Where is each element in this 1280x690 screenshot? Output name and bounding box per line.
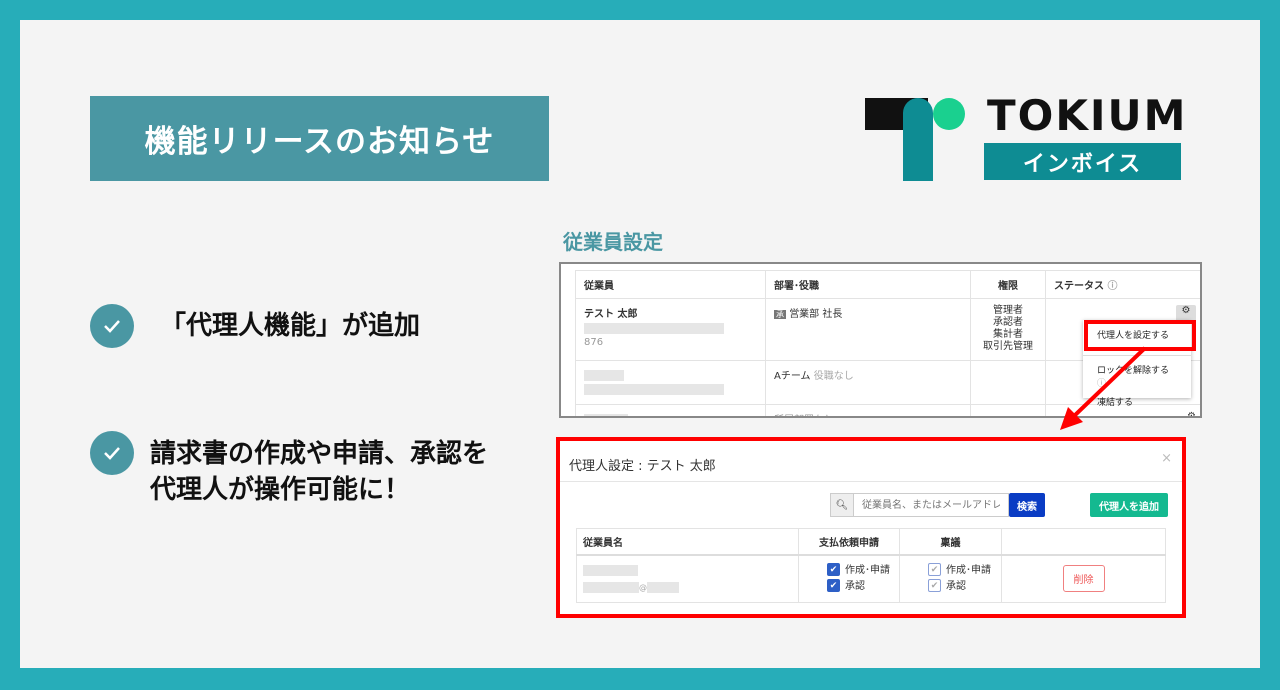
- search-group: 🔍︎ 検索: [830, 493, 1045, 517]
- employee-name: テスト 太郎: [584, 309, 638, 320]
- role: 集計者: [993, 329, 1023, 340]
- col-role: 権限: [970, 270, 1046, 299]
- col-payment: 支払依頼申請: [798, 528, 900, 555]
- section-title: 従業員設定: [563, 230, 663, 254]
- status-label: ステータス: [1054, 281, 1104, 292]
- ringi-approve-checkbox[interactable]: ✔ 承認: [928, 579, 1001, 595]
- logo-mark-icon: [865, 98, 965, 181]
- col-action: [1002, 529, 1166, 555]
- checkbox-label: 作成･申請: [845, 564, 890, 576]
- search-icon: 🔍︎: [830, 493, 854, 517]
- feature-2-line1: 請求書の作成や申請、承認を: [150, 439, 489, 469]
- delete-button[interactable]: 削除: [1062, 565, 1105, 593]
- feature-1: 「代理人機能」が追加: [160, 311, 421, 341]
- feature-2-line2: 代理人が操作可能に！: [150, 475, 411, 505]
- payment-approve-checkbox[interactable]: ✔ 承認: [827, 579, 899, 595]
- role: 管理者: [993, 305, 1023, 316]
- role: 承認者: [993, 317, 1023, 328]
- arrow-icon: [1060, 346, 1147, 430]
- employee-id: 876: [584, 337, 604, 348]
- help-icon: ⓘ: [1107, 281, 1118, 292]
- announcement-title: 機能リリースのお知らせ: [90, 96, 549, 181]
- logo-product: インボイス: [984, 143, 1181, 180]
- logo-brand: TOKIUM: [987, 91, 1188, 140]
- proxy-settings-modal: 代理人設定 : テスト 太郎 × 🔍︎ 検索 代理人を追加 従業員名 支払依頼申…: [556, 437, 1186, 618]
- payment-create-checkbox[interactable]: ✔ 作成･申請: [827, 563, 899, 579]
- col-employee-name: 従業員名: [576, 528, 799, 555]
- dept-note: 所属部署なし: [765, 404, 971, 416]
- role-note: 役職なし: [813, 371, 854, 382]
- modal-title: 代理人設定 : テスト 太郎: [569, 459, 716, 474]
- col-ringi: 稟議: [899, 528, 1002, 555]
- col-dept: 部署･役職: [765, 270, 971, 299]
- search-button[interactable]: 検索: [1009, 493, 1045, 517]
- ringi-create-checkbox[interactable]: ✔ 作成･申請: [928, 563, 1001, 579]
- dept: Aチーム: [774, 371, 811, 382]
- add-proxy-button[interactable]: 代理人を追加: [1090, 493, 1168, 517]
- checkbox-label: 作成･申請: [946, 564, 991, 576]
- search-input[interactable]: [854, 493, 1009, 517]
- role: 取引先管理: [983, 341, 1033, 352]
- feature-2: 請求書の作成や申請、承認を 代理人が操作可能に！: [150, 436, 488, 508]
- close-button[interactable]: ×: [1161, 451, 1172, 466]
- col-status: ステータス ⓘ: [1045, 270, 1200, 299]
- checkbox-label: 承認: [845, 580, 865, 592]
- check-icon: [90, 304, 134, 348]
- tokium-logo: TOKIUM インボイス: [865, 91, 1185, 181]
- proxy-table: 従業員名 支払依頼申請 稟議 @ ✔ 作成･申請 ✔ 承認 ✔ 作成･申請 ✔ 承認 削…: [576, 528, 1166, 603]
- table-row: @ ✔ 作成･申請 ✔ 承認 ✔ 作成･申請 ✔ 承認 削除: [576, 554, 1166, 603]
- dept: 営業部 社長: [789, 309, 843, 320]
- checkbox-label: 承認: [946, 580, 966, 592]
- email-at: @: [639, 582, 647, 592]
- check-icon: [90, 431, 134, 475]
- col-employee: 従業員: [575, 270, 766, 299]
- dept-badge: 承: [774, 310, 786, 319]
